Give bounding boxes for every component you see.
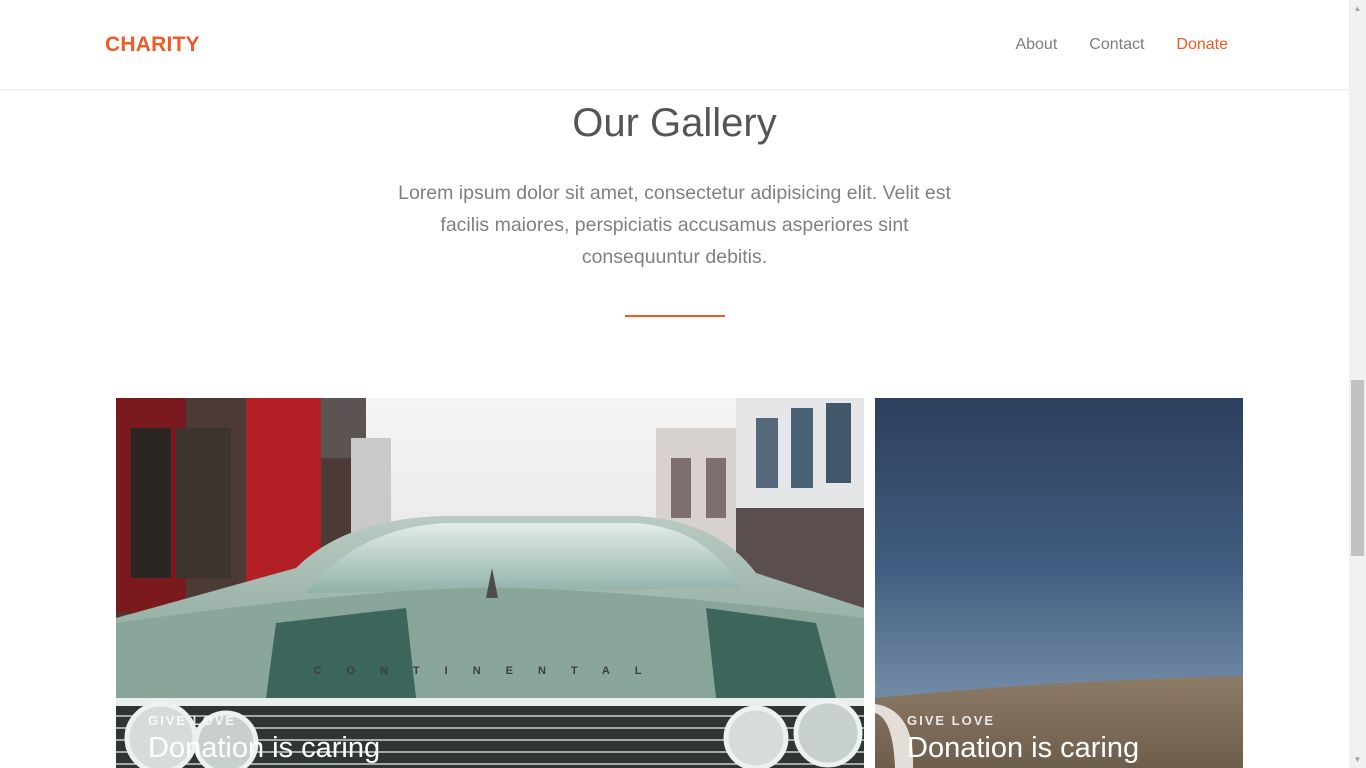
card-heading: Donation is caring — [907, 732, 1140, 764]
page-scrollbar[interactable]: ▲ ▼ — [1349, 0, 1366, 768]
nav-donate-link[interactable]: Donate — [1176, 36, 1228, 54]
card-eyebrow: GIVE LOVE — [148, 713, 237, 728]
scroll-up-arrow-icon[interactable]: ▲ — [1349, 0, 1366, 17]
continental-lettering: CONTINENTAL — [313, 665, 666, 677]
scroll-thumb[interactable] — [1351, 380, 1364, 556]
nav-about-link[interactable]: About — [1015, 36, 1057, 54]
main-nav: About Contact Donate — [1015, 36, 1228, 54]
section-divider — [625, 315, 725, 317]
nav-contact-link[interactable]: Contact — [1089, 36, 1144, 54]
gallery-title: Our Gallery — [572, 101, 777, 145]
card-heading: Donation is caring — [148, 732, 381, 764]
field-card-caption: GIVE LOVE Donation is caring — [907, 713, 1139, 765]
brand-logo[interactable]: CHARITY — [105, 33, 200, 57]
scroll-down-arrow-icon[interactable]: ▼ — [1349, 751, 1366, 768]
site-header: CHARITY About Contact Donate — [0, 0, 1349, 90]
gallery-lead: Lorem ipsum dolor sit amet, consectetur … — [398, 182, 951, 268]
gallery-card-car[interactable]: CONTINENTAL GIVE LOVE Donation is caring — [116, 398, 864, 768]
card-eyebrow: GIVE LOVE — [907, 713, 996, 728]
car-card-caption: GIVE LOVE Donation is caring — [148, 713, 380, 765]
gallery-card-field[interactable]: GIVE LOVE Donation is caring — [875, 398, 1243, 768]
